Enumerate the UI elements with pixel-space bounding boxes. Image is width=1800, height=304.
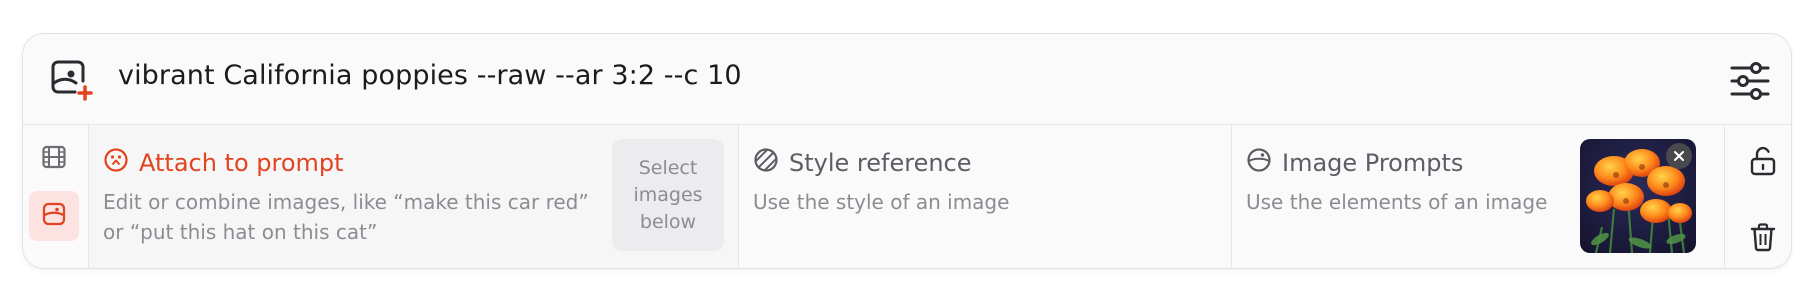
select-images-line-3: below <box>639 210 697 233</box>
poppies-thumbnail[interactable] <box>1580 139 1696 253</box>
attach-title: Attach to prompt <box>103 147 344 179</box>
film-icon <box>41 144 67 174</box>
attach-description: Edit or combine images, like “make this … <box>103 187 589 247</box>
image-prompt-icon <box>41 201 67 231</box>
prompt-input[interactable]: vibrant California poppies --raw --ar 3:… <box>118 60 742 91</box>
attach-to-prompt-section[interactable]: Attach to prompt Edit or combine images,… <box>88 125 738 268</box>
sliders-icon[interactable] <box>1729 60 1771 102</box>
image-prompts-section[interactable]: Image Prompts Use the elements of an ima… <box>1231 125 1724 268</box>
image-prompts-description: Use the elements of an image <box>1246 190 1548 214</box>
image-prompt-tool-button[interactable] <box>29 191 79 241</box>
film-tool-button[interactable] <box>29 134 79 184</box>
prompt-bar: vibrant California poppies --raw --ar 3:… <box>23 34 1791 125</box>
face-target-icon <box>103 147 139 179</box>
image-prompts-title: Image Prompts <box>1246 147 1463 179</box>
select-images-line-1: Select <box>638 156 698 179</box>
style-reference-section[interactable]: Style reference Use the style of an imag… <box>738 125 1231 268</box>
attach-description-line-2: or “put this hat on this cat” <box>103 220 378 244</box>
style-reference-label: Style reference <box>789 149 972 177</box>
style-reference-description: Use the style of an image <box>753 190 1010 214</box>
image-prompts-label: Image Prompts <box>1282 149 1464 177</box>
delete-button[interactable] <box>1743 219 1783 259</box>
unlock-icon <box>1749 146 1777 180</box>
actions-column <box>1724 125 1791 268</box>
remove-image-button[interactable] <box>1666 143 1692 169</box>
select-images-button[interactable]: Select images below <box>612 139 724 251</box>
select-images-line-2: images <box>633 183 703 206</box>
image-add-icon[interactable] <box>45 54 95 104</box>
style-reference-title: Style reference <box>753 147 972 179</box>
half-image-circle-icon <box>1246 147 1282 179</box>
stripes-circle-icon <box>753 147 789 179</box>
attach-title-label: Attach to prompt <box>139 149 344 177</box>
close-icon <box>1673 147 1685 166</box>
trash-icon <box>1749 222 1777 256</box>
tool-column <box>23 125 87 268</box>
prompt-panel: vibrant California poppies --raw --ar 3:… <box>22 33 1792 269</box>
unlock-button[interactable] <box>1743 143 1783 183</box>
attach-description-line-1: Edit or combine images, like “make this … <box>103 190 589 214</box>
